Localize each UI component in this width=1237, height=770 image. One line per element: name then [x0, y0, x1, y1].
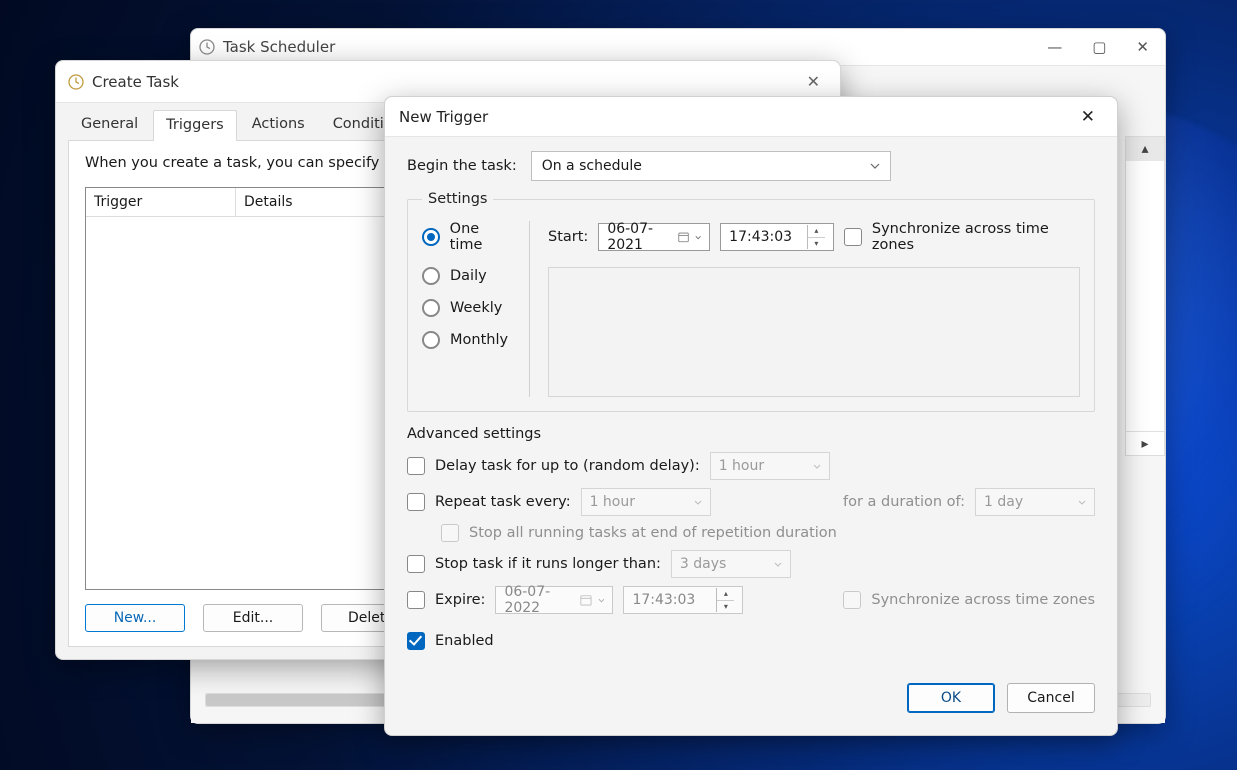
- column-trigger[interactable]: Trigger: [86, 188, 236, 216]
- chevron-down-icon: [870, 163, 880, 169]
- new-trigger-titlebar[interactable]: New Trigger ✕: [385, 97, 1117, 137]
- enabled-checkbox[interactable]: Enabled: [407, 632, 494, 650]
- begin-task-label: Begin the task:: [407, 158, 517, 174]
- close-icon[interactable]: ✕: [799, 68, 828, 95]
- delay-value-select[interactable]: 1 hour: [710, 452, 830, 480]
- stop-if-longer-checkbox[interactable]: Stop task if it runs longer than:: [407, 555, 661, 573]
- clock-icon: [199, 39, 215, 55]
- expire-date-input[interactable]: 06-07-2022: [495, 586, 613, 614]
- chevron-down-icon: [695, 235, 701, 240]
- expand-right-icon[interactable]: ▸: [1126, 431, 1164, 455]
- checkbox-icon: [407, 591, 425, 609]
- chevron-down-icon: [598, 598, 605, 603]
- start-date-input[interactable]: 06-07-2021: [598, 223, 710, 251]
- start-label: Start:: [548, 229, 588, 245]
- stop-at-end-checkbox[interactable]: Stop all running tasks at end of repetit…: [441, 524, 837, 542]
- start-date-value: 06-07-2021: [607, 221, 671, 253]
- calendar-icon: [678, 230, 689, 244]
- checkbox-icon: [407, 493, 425, 511]
- chevron-down-icon: [813, 464, 821, 469]
- ok-button[interactable]: OK: [907, 683, 995, 713]
- create-task-title: Create Task: [92, 73, 179, 91]
- checkbox-icon: [844, 228, 862, 246]
- radio-icon: [422, 228, 440, 246]
- repeat-duration-label: for a duration of:: [843, 494, 965, 510]
- settings-legend: Settings: [422, 191, 493, 207]
- minimize-button[interactable]: —: [1047, 38, 1062, 56]
- maximize-button[interactable]: ▢: [1092, 38, 1106, 56]
- time-spinner[interactable]: ▴▾: [807, 225, 825, 249]
- checkbox-icon: [843, 591, 861, 609]
- begin-task-select[interactable]: On a schedule: [531, 151, 891, 181]
- scheduler-side-panel: ▴ ▸: [1125, 136, 1165, 456]
- new-trigger-title: New Trigger: [399, 108, 488, 126]
- radio-one-time[interactable]: One time: [422, 221, 515, 253]
- delay-task-checkbox[interactable]: Delay task for up to (random delay):: [407, 457, 700, 475]
- collapse-up-icon[interactable]: ▴: [1126, 137, 1164, 161]
- expire-sync-checkbox[interactable]: Synchronize across time zones: [843, 591, 1095, 609]
- repeat-duration-select[interactable]: 1 day: [975, 488, 1095, 516]
- advanced-settings-label: Advanced settings: [407, 426, 1095, 442]
- tab-actions[interactable]: Actions: [239, 109, 318, 140]
- sync-timezones-checkbox[interactable]: Synchronize across time zones: [844, 221, 1080, 253]
- scheduler-title: Task Scheduler: [223, 38, 335, 56]
- checkbox-icon: [407, 555, 425, 573]
- expire-time-input[interactable]: 17:43:03 ▴▾: [623, 586, 743, 614]
- tab-general[interactable]: General: [68, 109, 151, 140]
- repeat-task-checkbox[interactable]: Repeat task every:: [407, 493, 571, 511]
- begin-task-value: On a schedule: [542, 158, 642, 174]
- start-time-value: 17:43:03: [729, 229, 792, 245]
- clock-icon: [68, 74, 84, 90]
- radio-icon: [422, 331, 440, 349]
- new-trigger-button[interactable]: New...: [85, 604, 185, 632]
- close-button[interactable]: ✕: [1136, 38, 1149, 56]
- new-trigger-dialog: New Trigger ✕ Begin the task: On a sched…: [384, 96, 1118, 736]
- close-icon[interactable]: ✕: [1073, 103, 1103, 131]
- radio-weekly[interactable]: Weekly: [422, 299, 515, 317]
- expire-checkbox[interactable]: Expire:: [407, 591, 485, 609]
- chevron-down-icon: [1078, 500, 1086, 505]
- radio-daily[interactable]: Daily: [422, 267, 515, 285]
- start-time-input[interactable]: 17:43:03 ▴▾: [720, 223, 834, 251]
- radio-icon: [422, 299, 440, 317]
- cancel-button[interactable]: Cancel: [1007, 683, 1095, 713]
- time-spinner[interactable]: ▴▾: [716, 588, 734, 612]
- chevron-down-icon: [694, 500, 702, 505]
- edit-trigger-button[interactable]: Edit...: [203, 604, 303, 632]
- checkbox-icon: [441, 524, 459, 542]
- tab-triggers[interactable]: Triggers: [153, 110, 237, 141]
- settings-group: Settings One time Daily Weekly Monthly S…: [407, 191, 1095, 412]
- radio-monthly[interactable]: Monthly: [422, 331, 515, 349]
- frequency-options: One time Daily Weekly Monthly: [422, 221, 530, 397]
- checkbox-checked-icon: [407, 632, 425, 650]
- repeat-interval-select[interactable]: 1 hour: [581, 488, 711, 516]
- chevron-down-icon: [774, 562, 782, 567]
- checkbox-icon: [407, 457, 425, 475]
- schedule-detail-panel: [548, 267, 1080, 397]
- stop-duration-select[interactable]: 3 days: [671, 550, 791, 578]
- calendar-icon: [580, 593, 592, 607]
- radio-icon: [422, 267, 440, 285]
